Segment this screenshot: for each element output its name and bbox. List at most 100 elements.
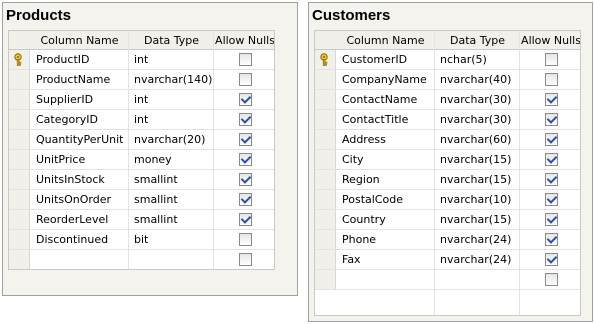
data-type-cell[interactable]: nchar(5)	[440, 50, 520, 69]
column-name-cell[interactable]: ContactTitle	[342, 110, 435, 129]
data-type-cell[interactable]: int	[134, 50, 214, 69]
row-selector[interactable]	[9, 250, 30, 269]
column-name-cell[interactable]	[36, 250, 129, 269]
table-row[interactable]: ProductName nvarchar(140)	[9, 70, 274, 90]
column-name-cell[interactable]: PostalCode	[342, 190, 435, 209]
allow-nulls-checkbox[interactable]	[545, 53, 558, 66]
row-selector[interactable]	[9, 170, 30, 189]
table-row[interactable]: CategoryID int	[9, 110, 274, 130]
row-selector[interactable]	[315, 190, 336, 209]
table-row[interactable]: Discontinued bit	[9, 230, 274, 250]
row-selector[interactable]	[315, 90, 336, 109]
table-row[interactable]: Fax nvarchar(24)	[315, 250, 580, 270]
data-type-cell[interactable]: nvarchar(30)	[440, 110, 520, 129]
row-selector[interactable]	[9, 50, 30, 69]
column-header[interactable]: Data Type	[435, 31, 520, 50]
column-name-cell[interactable]: UnitsOnOrder	[36, 190, 129, 209]
table-row[interactable]: UnitPrice money	[9, 150, 274, 170]
allow-nulls-checkbox[interactable]	[239, 113, 252, 126]
column-name-cell[interactable]: CustomerID	[342, 50, 435, 69]
allow-nulls-checkbox[interactable]	[239, 253, 252, 266]
allow-nulls-checkbox[interactable]	[545, 93, 558, 106]
table-row[interactable]: UnitsInStock smallint	[9, 170, 274, 190]
column-name-cell[interactable]: Region	[342, 170, 435, 189]
column-name-cell[interactable]: Fax	[342, 250, 435, 269]
row-selector[interactable]	[9, 90, 30, 109]
row-selector[interactable]	[315, 250, 336, 269]
data-type-cell[interactable]: nvarchar(140)	[134, 70, 214, 89]
row-selector[interactable]	[315, 170, 336, 189]
row-selector[interactable]	[9, 110, 30, 129]
data-type-cell[interactable]: smallint	[134, 170, 214, 189]
allow-nulls-checkbox[interactable]	[545, 253, 558, 266]
table-row[interactable]: ContactTitle nvarchar(30)	[315, 110, 580, 130]
column-name-cell[interactable]: SupplierID	[36, 90, 129, 109]
data-type-cell[interactable]	[440, 270, 520, 289]
data-type-cell[interactable]: bit	[134, 230, 214, 249]
row-selector[interactable]	[315, 150, 336, 169]
column-name-cell[interactable]: QuantityPerUnit	[36, 130, 129, 149]
allow-nulls-checkbox[interactable]	[239, 213, 252, 226]
row-selector[interactable]	[9, 150, 30, 169]
row-selector[interactable]	[9, 230, 30, 249]
data-type-cell[interactable]: nvarchar(60)	[440, 130, 520, 149]
row-selector[interactable]	[9, 130, 30, 149]
allow-nulls-checkbox[interactable]	[239, 153, 252, 166]
data-type-cell[interactable]: smallint	[134, 210, 214, 229]
column-header[interactable]: Allow Nulls	[214, 31, 274, 50]
allow-nulls-checkbox[interactable]	[545, 193, 558, 206]
table-row[interactable]: PostalCode nvarchar(10)	[315, 190, 580, 210]
table-row[interactable]: CustomerID nchar(5)	[315, 50, 580, 70]
table-row[interactable]: UnitsOnOrder smallint	[9, 190, 274, 210]
column-name-cell[interactable]: Address	[342, 130, 435, 149]
table-row[interactable]: Country nvarchar(15)	[315, 210, 580, 230]
table-row[interactable]: ContactName nvarchar(30)	[315, 90, 580, 110]
allow-nulls-checkbox[interactable]	[545, 133, 558, 146]
column-name-cell[interactable]: CompanyName	[342, 70, 435, 89]
data-type-cell[interactable]: money	[134, 150, 214, 169]
allow-nulls-checkbox[interactable]	[239, 73, 252, 86]
allow-nulls-checkbox[interactable]	[239, 233, 252, 246]
row-selector[interactable]	[315, 270, 336, 289]
data-type-cell[interactable]: int	[134, 90, 214, 109]
table-row[interactable]: ReorderLevel smallint	[9, 210, 274, 230]
allow-nulls-checkbox[interactable]	[545, 153, 558, 166]
table-row[interactable]: City nvarchar(15)	[315, 150, 580, 170]
column-name-cell[interactable]: ProductID	[36, 50, 129, 69]
row-selector[interactable]	[315, 230, 336, 249]
row-selector[interactable]	[315, 110, 336, 129]
allow-nulls-checkbox[interactable]	[545, 213, 558, 226]
table-row[interactable]: Phone nvarchar(24)	[315, 230, 580, 250]
column-name-cell[interactable]: UnitsInStock	[36, 170, 129, 189]
data-type-cell[interactable]: smallint	[134, 190, 214, 209]
data-type-cell[interactable]: nvarchar(15)	[440, 170, 520, 189]
new-row[interactable]	[9, 250, 274, 269]
column-name-cell[interactable]: ProductName	[36, 70, 129, 89]
data-type-cell[interactable]: nvarchar(24)	[440, 250, 520, 269]
allow-nulls-checkbox[interactable]	[545, 273, 558, 286]
data-type-cell[interactable]: nvarchar(15)	[440, 150, 520, 169]
data-type-cell[interactable]: nvarchar(30)	[440, 90, 520, 109]
column-name-cell[interactable]: City	[342, 150, 435, 169]
allow-nulls-checkbox[interactable]	[545, 113, 558, 126]
allow-nulls-checkbox[interactable]	[545, 173, 558, 186]
table-row[interactable]: Region nvarchar(15)	[315, 170, 580, 190]
data-type-cell[interactable]: nvarchar(10)	[440, 190, 520, 209]
allow-nulls-checkbox[interactable]	[239, 133, 252, 146]
column-name-cell[interactable]: ContactName	[342, 90, 435, 109]
column-header[interactable]: Column Name	[336, 31, 435, 50]
table-row[interactable]: ProductID int	[9, 50, 274, 70]
column-header[interactable]: Column Name	[30, 31, 129, 50]
allow-nulls-checkbox[interactable]	[545, 73, 558, 86]
column-name-cell[interactable]	[342, 270, 435, 289]
column-name-cell[interactable]: Country	[342, 210, 435, 229]
allow-nulls-checkbox[interactable]	[545, 233, 558, 246]
column-name-cell[interactable]: UnitPrice	[36, 150, 129, 169]
data-type-cell[interactable]: int	[134, 110, 214, 129]
data-type-cell[interactable]: nvarchar(20)	[134, 130, 214, 149]
table-row[interactable]: CompanyName nvarchar(40)	[315, 70, 580, 90]
column-name-cell[interactable]: Discontinued	[36, 230, 129, 249]
table-row[interactable]: QuantityPerUnit nvarchar(20)	[9, 130, 274, 150]
column-header[interactable]: Data Type	[129, 31, 214, 50]
column-name-cell[interactable]: ReorderLevel	[36, 210, 129, 229]
